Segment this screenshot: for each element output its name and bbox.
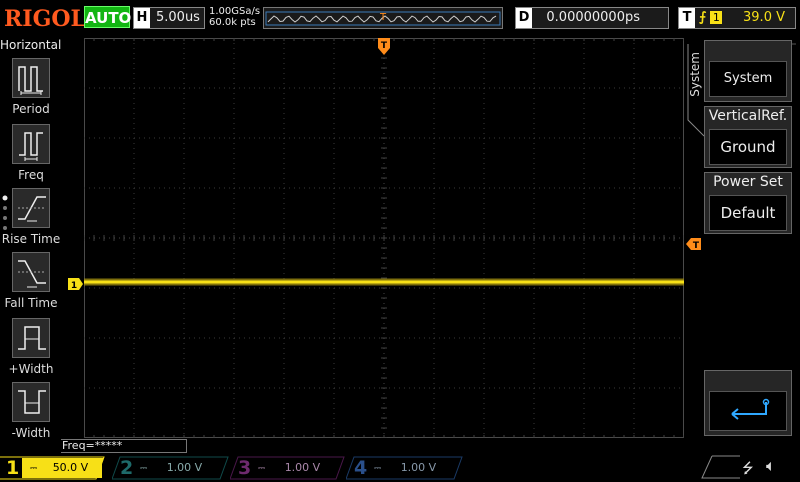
menu-item-period[interactable]: Period <box>0 58 62 120</box>
delay-key: D <box>516 8 532 28</box>
grid-lines <box>84 38 684 438</box>
menu-item-rise-time[interactable]: Rise Time <box>0 188 62 250</box>
power-set-title: Power Set <box>713 174 783 190</box>
ch4-tab[interactable]: 4 ⎓ 1.00 V <box>346 456 464 480</box>
menu-item-plus-width[interactable]: +Width <box>0 318 62 380</box>
trigger-level-value: 39.0 V <box>743 10 785 25</box>
ch2-number: 2 <box>120 457 134 479</box>
rise-time-icon <box>12 188 50 228</box>
trigger-position-marker[interactable]: T <box>378 38 392 56</box>
return-arrow-icon <box>709 391 787 431</box>
memory-overview-strip[interactable]: T <box>263 7 503 29</box>
ch1-waveform-trace <box>84 278 684 286</box>
rising-edge-icon: ⨍ <box>699 10 707 25</box>
delay-display[interactable]: D 0.00000000ps <box>515 7 669 29</box>
ch2-scale: ⎓ 1.00 V <box>140 461 203 474</box>
menu-item-label: Fall Time <box>4 296 58 310</box>
ch2-tab[interactable]: 2 ⎓ 1.00 V <box>112 456 230 480</box>
menu-item-label: +Width <box>8 362 54 376</box>
ch1-offset-marker[interactable]: 1 <box>68 278 84 290</box>
vertical-ref-button[interactable]: VerticalRef. Ground <box>704 106 792 168</box>
timebase-key: H <box>134 8 150 28</box>
ch1-scale: ⎓ 50.0 V <box>30 461 89 474</box>
trigger-source-badge: 1 <box>710 11 723 24</box>
acquisition-info: 1.00GSa/s 60.0k pts <box>209 6 260 28</box>
status-tab-outline <box>701 455 740 479</box>
delay-value: 0.00000000ps <box>546 10 640 25</box>
speaker-muted-icon[interactable]: 🔈︎ <box>766 456 776 476</box>
sample-rate: 1.00GSa/s <box>209 6 261 17</box>
memory-trigger-marker: T <box>379 12 387 23</box>
ch3-scale: ⎓ 1.00 V <box>258 461 321 474</box>
power-set-value: Default <box>709 195 787 231</box>
memory-waveform-preview: T <box>265 11 501 26</box>
ch3-tab[interactable]: 3 ⎓ 1.00 V <box>230 456 346 480</box>
menu-tab-system[interactable]: System <box>688 52 702 97</box>
ch1-marker-label: 1 <box>71 281 77 290</box>
power-set-button[interactable]: Power Set Default <box>704 172 792 234</box>
freq-measurement[interactable]: Freq=***** <box>61 439 187 453</box>
ch1-tab[interactable]: 1 ⎓ 50.0 V <box>0 456 112 480</box>
menu-item-minus-width[interactable]: -Width <box>0 382 62 444</box>
menu-item-label: Freq <box>18 168 44 182</box>
system-info-button[interactable]: System Info <box>704 40 792 120</box>
ch4-number: 4 <box>354 457 368 479</box>
memory-depth: 60.0k pts <box>209 17 256 28</box>
menu-item-label: Rise Time <box>1 232 61 246</box>
usb-icon: ⭍ <box>742 461 754 477</box>
menu-item-freq[interactable]: Freq <box>0 124 62 186</box>
system-info-label: System Info <box>709 61 787 120</box>
timebase-display[interactable]: H 5.00us <box>133 7 205 29</box>
menu-item-label: Period <box>12 102 50 116</box>
ch1-number: 1 <box>6 457 20 479</box>
period-icon <box>12 58 50 98</box>
vertical-ref-title: VerticalRef. <box>708 108 788 124</box>
ch3-number: 3 <box>238 457 252 479</box>
fall-time-icon <box>12 252 50 292</box>
freq-icon <box>12 124 50 164</box>
trigger-marker-label: T <box>381 41 388 51</box>
vertical-ref-value: Ground <box>709 129 787 165</box>
minus-width-icon <box>12 382 50 422</box>
return-button[interactable] <box>704 370 792 436</box>
trigger-display[interactable]: T ⨍ 1 39.0 V <box>678 7 796 29</box>
ch4-scale: ⎓ 1.00 V <box>374 461 437 474</box>
waveform-graticule[interactable] <box>84 38 684 438</box>
left-menu-title: Horizontal <box>0 38 62 52</box>
menu-item-label: -Width <box>11 426 51 440</box>
timebase-value: 5.00us <box>156 10 200 25</box>
trigger-key: T <box>679 8 695 28</box>
menu-item-fall-time[interactable]: Fall Time <box>0 252 62 314</box>
plus-width-icon <box>12 318 50 358</box>
run-status-button[interactable]: AUTO <box>84 6 131 28</box>
rigol-logo: RIGOL <box>4 6 86 32</box>
